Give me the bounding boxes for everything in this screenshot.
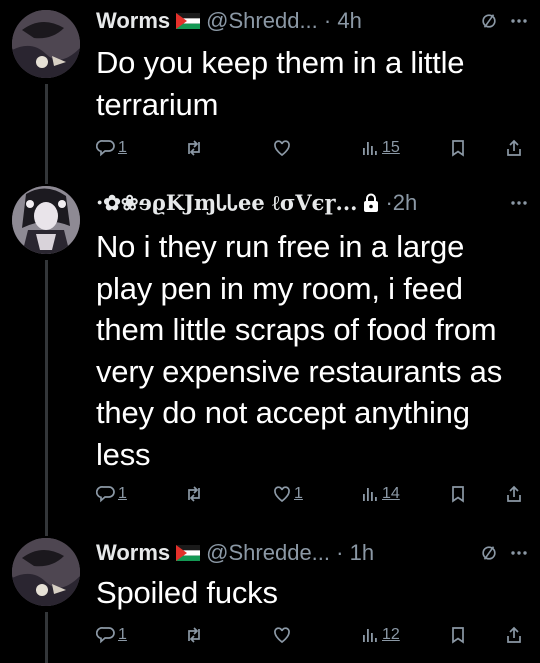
author-name[interactable]: Worms — [96, 540, 170, 566]
retweet-button[interactable] — [184, 138, 204, 158]
tweet-1[interactable]: Worms @Shredd... · 4h Do you keep them i… — [0, 0, 540, 170]
reply-icon — [96, 140, 115, 157]
avatar[interactable] — [12, 186, 80, 254]
separator-dot: · — [385, 190, 393, 215]
avatar[interactable] — [12, 538, 80, 606]
thread-line — [45, 522, 48, 536]
action-bar: 1 1 14 — [96, 484, 526, 510]
like-button[interactable]: 1 — [272, 484, 303, 504]
tweet-text: No i they run free in a large play pen i… — [96, 229, 503, 472]
grok-icon[interactable] — [478, 542, 500, 564]
reply-button[interactable]: 1 — [96, 625, 127, 645]
bookmark-icon — [452, 627, 464, 644]
share-button[interactable] — [504, 484, 524, 504]
thread-line — [45, 170, 48, 184]
retweet-icon — [188, 627, 200, 643]
bookmark-button[interactable] — [448, 625, 468, 645]
bookmark-icon — [452, 140, 464, 157]
reply-button[interactable]: 1 — [96, 484, 127, 504]
thread-line — [45, 612, 48, 663]
retweet-icon — [188, 486, 200, 502]
tweet-text: Spoiled fucks — [96, 575, 278, 610]
views-icon — [363, 629, 377, 642]
views-count: 14 — [382, 485, 400, 502]
separator-dot: · — [330, 540, 350, 565]
views-count: 15 — [382, 139, 400, 156]
share-button[interactable] — [504, 138, 524, 158]
author-handle[interactable]: @Shredd... — [206, 8, 318, 34]
separator-dot: · — [317, 8, 338, 33]
heart-icon — [274, 627, 290, 644]
more-icon[interactable] — [508, 10, 530, 32]
reply-count: 1 — [118, 626, 127, 643]
action-bar: 1 15 — [96, 138, 526, 164]
like-button[interactable] — [272, 138, 294, 158]
action-bar: 1 12 — [96, 625, 526, 651]
reply-icon — [96, 486, 115, 503]
views-button[interactable]: 14 — [360, 484, 400, 504]
tweet-header: Worms @Shredde... · 1h — [96, 536, 530, 570]
views-button[interactable]: 12 — [360, 625, 400, 645]
views-count: 12 — [382, 626, 400, 643]
author-name[interactable]: Worms — [96, 8, 170, 34]
palestine-flag-icon — [176, 545, 201, 561]
bookmark-button[interactable] — [448, 138, 468, 158]
bookmark-button[interactable] — [448, 484, 468, 504]
views-button[interactable]: 15 — [360, 138, 400, 158]
share-icon — [507, 139, 521, 156]
thread-line — [45, 260, 48, 522]
lock-icon — [364, 193, 379, 212]
timestamp[interactable]: 2h — [393, 190, 417, 216]
retweet-icon — [188, 140, 200, 156]
share-button[interactable] — [504, 625, 524, 645]
heart-icon — [274, 486, 290, 503]
thread-line — [45, 84, 48, 170]
grok-icon[interactable] — [478, 10, 500, 32]
tweet-header: ·✿❀ɘϱKJɱᏓᏓee ℓσVєɼ... · 2h — [96, 186, 530, 220]
share-icon — [507, 485, 521, 502]
author-name[interactable]: ·✿❀ɘϱKJɱᏓᏓee ℓσVєɼ... — [96, 190, 357, 216]
timestamp[interactable]: 4h — [337, 8, 361, 34]
views-icon — [363, 488, 377, 501]
like-button[interactable] — [272, 625, 294, 645]
tweet-header: Worms @Shredd... · 4h — [96, 4, 530, 38]
bookmark-icon — [452, 486, 464, 503]
timestamp[interactable]: 1h — [350, 540, 374, 566]
more-icon[interactable] — [508, 192, 530, 214]
more-icon[interactable] — [508, 542, 530, 564]
retweet-button[interactable] — [184, 484, 204, 504]
share-icon — [507, 626, 521, 643]
reply-count: 1 — [118, 485, 127, 502]
views-icon — [363, 142, 377, 155]
avatar[interactable] — [12, 10, 80, 78]
reply-count: 1 — [118, 139, 127, 156]
reply-button[interactable]: 1 — [96, 138, 127, 158]
like-count: 1 — [294, 485, 303, 502]
author-handle[interactable]: @Shredde... — [206, 540, 330, 566]
palestine-flag-icon — [176, 13, 201, 29]
retweet-button[interactable] — [184, 625, 204, 645]
tweet-text: Do you keep them in a little terrarium — [96, 45, 465, 122]
tweet-3[interactable]: Worms @Shredde... · 1h Spoiled fucks 1 1 — [0, 522, 540, 663]
tweet-2[interactable]: ·✿❀ɘϱKJɱᏓᏓee ℓσVєɼ... · 2h No i they run… — [0, 170, 540, 522]
heart-icon — [274, 140, 290, 157]
reply-icon — [96, 627, 115, 644]
